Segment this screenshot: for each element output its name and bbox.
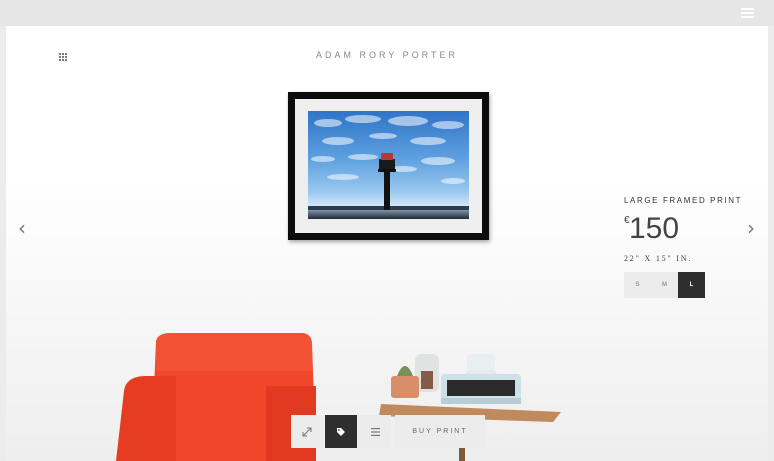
armchair-image [116, 333, 316, 461]
top-bar [0, 0, 774, 26]
product-page: ADAM RORY PORTER ‹ › LARGE FRAMED PRINT … [6, 26, 768, 461]
chevron-right-icon[interactable]: › [747, 218, 755, 238]
price-amount: 150 [629, 212, 680, 245]
list-icon [370, 427, 380, 436]
bottom-toolbar: BUY PRINT [291, 415, 485, 448]
expand-icon [302, 427, 312, 436]
size-selector: S M L [624, 272, 705, 298]
print-type-label: LARGE FRAMED PRINT [624, 196, 743, 205]
print-info-panel: LARGE FRAMED PRINT € 150 22" X 15" IN. S… [624, 196, 764, 298]
print-mat [295, 99, 482, 233]
size-option-s[interactable]: S [624, 272, 651, 298]
size-option-l[interactable]: L [678, 272, 705, 298]
framed-print-image [288, 92, 489, 240]
buy-print-button[interactable]: BUY PRINT [395, 415, 485, 448]
tag-icon [337, 427, 345, 436]
tag-button[interactable] [325, 415, 357, 448]
artist-name: ADAM RORY PORTER [315, 50, 459, 60]
size-option-m[interactable]: M [651, 272, 678, 298]
print-dimensions: 22" X 15" IN. [624, 254, 693, 263]
expand-button[interactable] [291, 415, 323, 448]
chevron-left-icon[interactable]: ‹ [18, 218, 26, 238]
photo-lighthouse [308, 111, 469, 219]
hamburger-icon[interactable] [741, 8, 754, 18]
list-button[interactable] [359, 415, 391, 448]
